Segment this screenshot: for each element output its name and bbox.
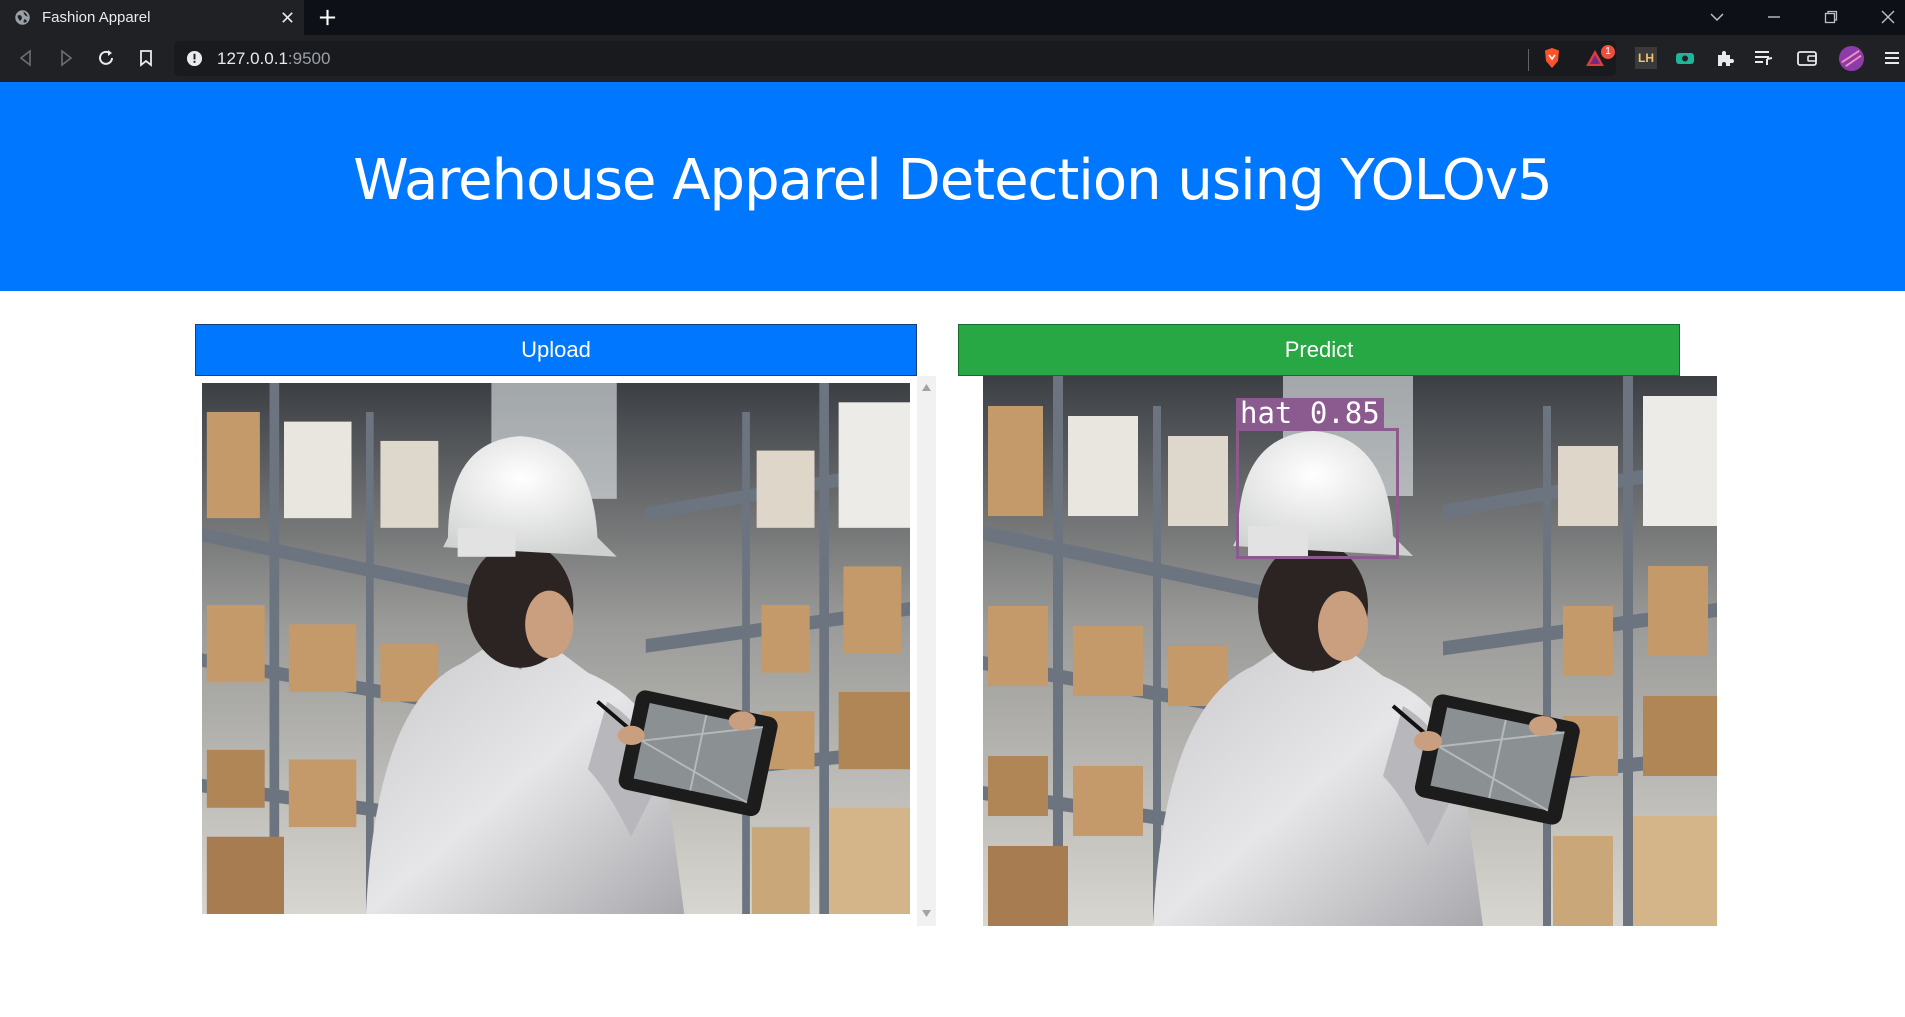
hat-detection-label: hat 0.85 (1236, 398, 1384, 428)
menu-icon[interactable] (1880, 46, 1904, 70)
forward-icon[interactable] (56, 48, 76, 68)
warehouse-photo (202, 383, 910, 914)
upload-button[interactable]: Upload (195, 324, 917, 376)
restore-icon[interactable] (1823, 9, 1839, 25)
scroll-down-icon[interactable] (922, 910, 931, 917)
brave-shield-icon[interactable] (1540, 46, 1564, 70)
hat-detection-box (1236, 428, 1399, 559)
uploaded-image (202, 383, 910, 914)
url-text[interactable]: 127.0.0.1:9500 (217, 49, 330, 69)
tab-bar: Fashion Apparel (0, 0, 1905, 35)
bookmark-icon[interactable] (136, 48, 156, 68)
preview-scrollbar[interactable] (917, 376, 936, 926)
media-playlist-icon[interactable] (1752, 46, 1776, 70)
predict-button[interactable]: Predict (958, 324, 1680, 376)
screen-capture-icon[interactable] (1673, 46, 1697, 70)
toolbar-divider (1528, 49, 1529, 71)
url-host: 127.0.0.1 (217, 49, 288, 68)
globe-icon (15, 10, 30, 25)
page-title: Warehouse Apparel Detection using YOLOv5 (353, 148, 1553, 213)
close-icon[interactable] (280, 10, 295, 25)
lighthouse-ext-icon[interactable]: LH (1635, 47, 1657, 69)
close-window-icon[interactable] (1880, 9, 1896, 25)
browser-tab[interactable]: Fashion Apparel (0, 0, 304, 35)
address-bar[interactable]: 127.0.0.1:9500 (174, 41, 1616, 76)
extensions-puzzle-icon[interactable] (1713, 46, 1737, 70)
info-icon[interactable] (186, 50, 203, 67)
scroll-up-icon[interactable] (922, 384, 931, 391)
notification-badge: 1 (1601, 45, 1615, 59)
browser-toolbar: 127.0.0.1:9500 (0, 35, 1905, 82)
reload-icon[interactable] (96, 48, 116, 68)
tab-search-icon[interactable] (1709, 9, 1725, 25)
new-tab-icon[interactable] (318, 8, 337, 27)
wallet-icon[interactable] (1795, 46, 1819, 70)
back-icon[interactable] (16, 48, 36, 68)
prediction-image: hat 0.85 (983, 376, 1717, 926)
page-header: Warehouse Apparel Detection using YOLOv5 (0, 82, 1905, 291)
avatar[interactable] (1838, 45, 1865, 72)
tab-title: Fashion Apparel (42, 9, 151, 26)
minimize-icon[interactable] (1766, 9, 1782, 25)
url-port: :9500 (287, 49, 331, 68)
